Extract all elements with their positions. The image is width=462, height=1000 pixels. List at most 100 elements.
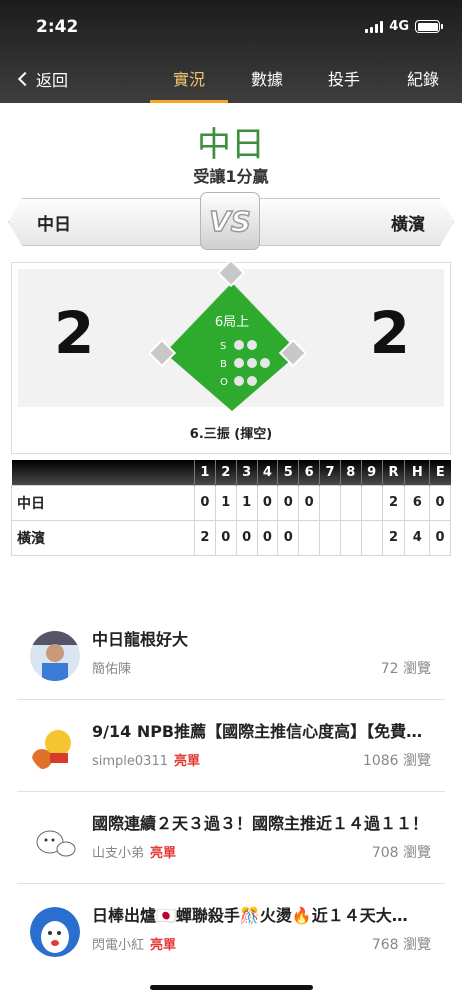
baseball-diamond: 6局上 S B O (145, 258, 319, 411)
avatar (30, 815, 80, 865)
linescore-cell (319, 519, 341, 556)
away-score: 2 (54, 299, 95, 367)
linescore-cell: 1 (214, 484, 237, 521)
linescore-cell (360, 519, 383, 556)
inning-header: 6 (298, 460, 320, 485)
ball-dot (260, 358, 270, 368)
ball-dot (234, 358, 244, 368)
linescore-runs: 2 (381, 484, 406, 521)
status-icons: 4G (365, 19, 443, 34)
third-base-icon (147, 338, 177, 368)
status-time: 2:42 (36, 17, 79, 37)
inning-header: 4 (256, 460, 278, 485)
linescore-cell: 0 (256, 484, 279, 521)
linescore-row-home: 橫濱 2 0 0 0 0 2 4 0 (11, 519, 451, 556)
linescore-header-row: 1 2 3 4 5 6 7 8 9 R H E (11, 460, 451, 485)
linescore-cell: 0 (277, 484, 300, 521)
out-label: O (220, 377, 228, 388)
post-item[interactable]: 日棒出爐🇯🇵蟬聯殺手🎊火燙🔥近１４天大… 閃電小紅 亮單 768 瀏覽 (17, 884, 445, 976)
inning-label: 6局上 (215, 315, 249, 330)
out-dot (234, 376, 244, 386)
teams-bar: 中日 橫濱 VS (8, 192, 454, 250)
linescore-corner (11, 460, 195, 485)
app-header: 2:42 4G 返回 實況 數據 投手 紀錄 (0, 0, 462, 103)
linescore-runs: 2 (381, 519, 406, 556)
leading-team: 中日 (197, 125, 265, 165)
home-team-plate: 橫濱 (254, 198, 454, 246)
post-views: 1086 瀏覽 (362, 753, 431, 769)
post-item[interactable]: 中日龍根好大 簡佑陳 72 瀏覽 (17, 608, 445, 700)
ball-label: B (220, 359, 227, 370)
post-author: 山支小弟 亮單 (92, 846, 177, 861)
errors-header: E (429, 460, 451, 485)
score-panel: 2 2 6局上 S B O 6.三振 (揮空) (11, 258, 451, 454)
inning-header: 9 (360, 460, 383, 485)
inning-header: 7 (319, 460, 341, 485)
linescore-cell: 1 (235, 484, 258, 521)
linescore-cell: 0 (277, 519, 300, 556)
post-item[interactable]: 9/14 NPB推薦【國際主推信心度高】【免費… simple0311 亮單 10… (17, 700, 445, 792)
runs-header: R (381, 460, 405, 485)
linescore-table: 1 2 3 4 5 6 7 8 9 R H E 中日 0 1 1 0 0 0 2… (11, 460, 451, 556)
battery-icon (415, 20, 443, 33)
inning-header: 2 (214, 460, 237, 485)
inning-header: 5 (277, 460, 299, 485)
linescore-cell: 0 (214, 519, 237, 556)
out-dot (247, 376, 257, 386)
away-team-plate: 中日 (8, 198, 208, 246)
handicap-note: 受讓1分贏 (193, 167, 269, 186)
second-base-icon (216, 258, 246, 288)
last-play: 6.三振 (揮空) (189, 427, 273, 442)
highlight-badge: 亮單 (150, 846, 177, 861)
tab-pitchers[interactable]: 投手 (304, 66, 384, 90)
linescore-errors: 0 (429, 484, 451, 521)
highlight-badge: 亮單 (174, 754, 201, 769)
post-title: 9/14 NPB推薦【國際主推信心度高】【免費… (92, 722, 423, 741)
home-team-name: 橫濱 (391, 214, 425, 235)
linescore-team: 橫濱 (11, 519, 195, 556)
post-views: 768 瀏覽 (371, 937, 431, 953)
linescore-cell: 0 (298, 484, 321, 521)
tab-stats[interactable]: 數據 (227, 66, 307, 90)
vs-badge: VS (200, 192, 260, 250)
strike-label: S (220, 341, 226, 352)
tab-bar: 實況 數據 投手 紀錄 (0, 66, 462, 103)
strike-dot (247, 340, 257, 350)
infield (165, 283, 299, 411)
inning-header: 1 (194, 460, 216, 485)
post-title: 國際連續２天３過３！國際主推近１４過１１！ (92, 814, 429, 833)
avatar (30, 907, 80, 957)
linescore-team: 中日 (11, 484, 195, 521)
avatar (30, 631, 80, 681)
highlight-badge: 亮單 (150, 938, 177, 953)
home-score: 2 (369, 299, 410, 367)
linescore-hits: 4 (404, 519, 431, 556)
inning-header: 8 (339, 460, 362, 485)
linescore-errors: 0 (429, 519, 451, 556)
post-title: 中日龍根好大 (92, 630, 189, 649)
post-author: 閃電小紅 亮單 (92, 938, 177, 953)
linescore-cell: 0 (194, 484, 216, 521)
diamond-graphic: 6局上 S B O (147, 258, 308, 411)
ball-dot (247, 358, 257, 368)
inning-header: 3 (235, 460, 258, 485)
linescore-cell (360, 484, 383, 521)
post-author: simple0311 亮單 (92, 754, 201, 769)
post-author: 簡佑陳 (92, 662, 132, 677)
linescore-cell: 2 (194, 519, 216, 556)
tab-records[interactable]: 紀錄 (383, 66, 462, 90)
linescore-cell: 0 (256, 519, 279, 556)
hits-header: H (404, 460, 430, 485)
linescore-cell (339, 484, 362, 521)
away-team-name: 中日 (37, 214, 71, 235)
linescore-cell: 0 (235, 519, 258, 556)
strike-dot (234, 340, 244, 350)
tab-live[interactable]: 實況 (149, 66, 229, 90)
network-label: 4G (389, 19, 409, 34)
linescore-hits: 6 (404, 484, 431, 521)
post-title: 日棒出爐🇯🇵蟬聯殺手🎊火燙🔥近１４天大… (92, 906, 408, 925)
home-indicator[interactable] (150, 985, 313, 990)
linescore-row-away: 中日 0 1 1 0 0 0 2 6 0 (11, 484, 451, 521)
post-item[interactable]: 國際連續２天３過３！國際主推近１４過１１！ 山支小弟 亮單 708 瀏覽 (17, 792, 445, 884)
linescore-cell (319, 484, 341, 521)
